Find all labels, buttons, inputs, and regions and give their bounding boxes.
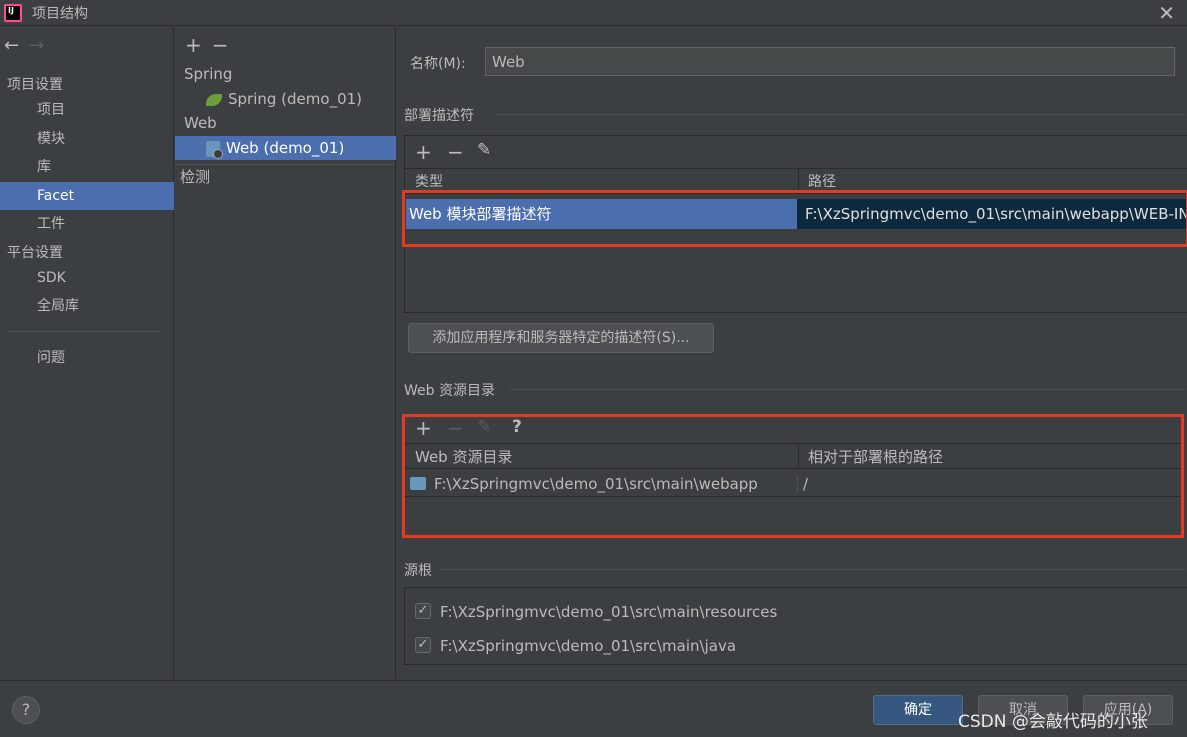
source-root-path: F:\XzSpringmvc\demo_01\src\main\java bbox=[440, 637, 737, 655]
java-root-checkbox[interactable]: ✓ bbox=[415, 637, 431, 653]
sidebar-item-facets[interactable]: Facet bbox=[0, 182, 174, 210]
resource-section-title: Web 资源目录 bbox=[404, 383, 495, 399]
apply-button[interactable]: 应用(A) bbox=[1083, 695, 1173, 725]
help-button[interactable]: ? bbox=[12, 696, 40, 724]
tree-node-spring[interactable]: Spring bbox=[175, 62, 396, 86]
folder-icon bbox=[410, 477, 426, 490]
column-header-path[interactable]: 路径 bbox=[808, 169, 836, 195]
web-module-icon bbox=[206, 140, 223, 159]
window-title: 项目结构 bbox=[32, 6, 88, 22]
sidebar-divider bbox=[8, 331, 160, 332]
table-row[interactable]: F:\XzSpringmvc\demo_01\src\main\webapp / bbox=[405, 471, 1183, 497]
tree-node-web[interactable]: Web bbox=[175, 111, 396, 135]
sidebar-item-libraries[interactable]: 库 bbox=[0, 153, 174, 181]
table-cell-type[interactable]: Web 模块部署描述符 bbox=[406, 199, 797, 229]
title-bar: 项目结构 ✕ bbox=[0, 0, 1187, 26]
tree-node-detection[interactable]: 检测 bbox=[175, 165, 396, 189]
dialog-footer: ? 确定 取消 应用(A) CSDN @会敲代码的小张 bbox=[0, 680, 1187, 737]
tree-node-web-demo[interactable]: Web (demo_01) bbox=[175, 136, 396, 160]
close-icon[interactable]: ✕ bbox=[1158, 1, 1175, 25]
source-section-title: 源根 bbox=[404, 563, 432, 579]
edit-pencil-icon: ✎ bbox=[477, 417, 492, 437]
tree-node-spring-demo[interactable]: Spring (demo_01) bbox=[175, 87, 396, 111]
resource-table-header: Web 资源目录 相对于部署根的路径 bbox=[405, 443, 1183, 469]
deploy-table-header: 类型 路径 bbox=[405, 168, 1187, 194]
spring-leaf-icon bbox=[206, 93, 222, 106]
nav-arrows: ← → bbox=[4, 35, 44, 56]
edit-pencil-icon[interactable]: ✎ bbox=[477, 140, 491, 160]
sidebar-item-problems[interactable]: 问题 bbox=[0, 344, 174, 372]
ok-button[interactable]: 确定 bbox=[873, 695, 963, 725]
facet-settings-panel: 名称(M): 部署描述符 + − ✎ 类型 路径 Web 模块部署描述符 F:\… bbox=[397, 27, 1187, 679]
column-divider bbox=[798, 444, 799, 468]
column-header-relative-path[interactable]: 相对于部署根的路径 bbox=[808, 444, 943, 470]
column-divider bbox=[798, 169, 799, 193]
tree-node-label: Web (demo_01) bbox=[226, 139, 345, 157]
sidebar-item-sdk[interactable]: SDK bbox=[0, 264, 174, 292]
facet-tree-panel: + − Spring Spring (demo_01) Web Web (demo… bbox=[175, 27, 396, 679]
resources-root-checkbox[interactable]: ✓ bbox=[415, 603, 431, 619]
sidebar-item-modules[interactable]: 模块 bbox=[0, 125, 174, 153]
add-resource-icon[interactable]: + bbox=[415, 416, 432, 440]
relative-path-cell: / bbox=[803, 475, 809, 493]
deploy-section-title: 部署描述符 bbox=[404, 108, 474, 124]
name-input[interactable] bbox=[485, 47, 1175, 76]
section-divider bbox=[495, 114, 1185, 115]
add-facet-button[interactable]: + bbox=[185, 33, 202, 57]
section-divider bbox=[439, 569, 1185, 570]
intellij-logo-icon bbox=[4, 4, 22, 22]
remove-facet-button[interactable]: − bbox=[212, 33, 229, 57]
table-cell-path[interactable]: F:\XzSpringmvc\demo_01\src\main\webapp\W… bbox=[797, 199, 1187, 229]
sidebar-item-project[interactable]: 项目 bbox=[0, 96, 174, 124]
section-project-settings: 项目设置 bbox=[7, 77, 63, 93]
column-header-type[interactable]: 类型 bbox=[415, 169, 443, 195]
settings-sidebar: ← → 项目设置 项目 模块 库 Facet 工件 平台设置 SDK 全局库 问题 bbox=[0, 27, 174, 679]
column-header-resource-dir[interactable]: Web 资源目录 bbox=[415, 444, 512, 470]
source-roots-panel: ✓ F:\XzSpringmvc\demo_01\src\main\resour… bbox=[404, 587, 1187, 665]
deploy-descriptor-panel: + − ✎ 类型 路径 Web 模块部署描述符 F:\XzSpringmvc\d… bbox=[404, 135, 1187, 313]
forward-arrow-icon: → bbox=[29, 35, 45, 56]
web-resource-panel: + − ✎ ? Web 资源目录 相对于部署根的路径 F:\XzSpringmv… bbox=[404, 415, 1183, 537]
cancel-button[interactable]: 取消 bbox=[978, 695, 1068, 725]
add-descriptor-button[interactable]: 添加应用程序和服务器特定的描述符(S)... bbox=[408, 323, 714, 353]
name-label: 名称(M): bbox=[410, 56, 466, 72]
tree-toolbar: + − bbox=[185, 33, 239, 57]
remove-resource-icon: − bbox=[447, 416, 464, 440]
add-descriptor-icon[interactable]: + bbox=[415, 140, 432, 164]
remove-descriptor-icon[interactable]: − bbox=[447, 140, 464, 164]
help-question-icon[interactable]: ? bbox=[512, 417, 522, 437]
section-divider bbox=[510, 389, 1185, 390]
column-divider bbox=[797, 475, 798, 493]
sidebar-item-global-libraries[interactable]: 全局库 bbox=[0, 292, 174, 320]
back-arrow-icon[interactable]: ← bbox=[4, 35, 19, 56]
source-root-path: F:\XzSpringmvc\demo_01\src\main\resource… bbox=[440, 603, 778, 621]
tree-node-label: Spring (demo_01) bbox=[228, 90, 363, 108]
resource-dir-cell: F:\XzSpringmvc\demo_01\src\main\webapp bbox=[434, 475, 758, 493]
section-platform-settings: 平台设置 bbox=[7, 245, 63, 261]
sidebar-item-artifacts[interactable]: 工件 bbox=[0, 210, 174, 238]
